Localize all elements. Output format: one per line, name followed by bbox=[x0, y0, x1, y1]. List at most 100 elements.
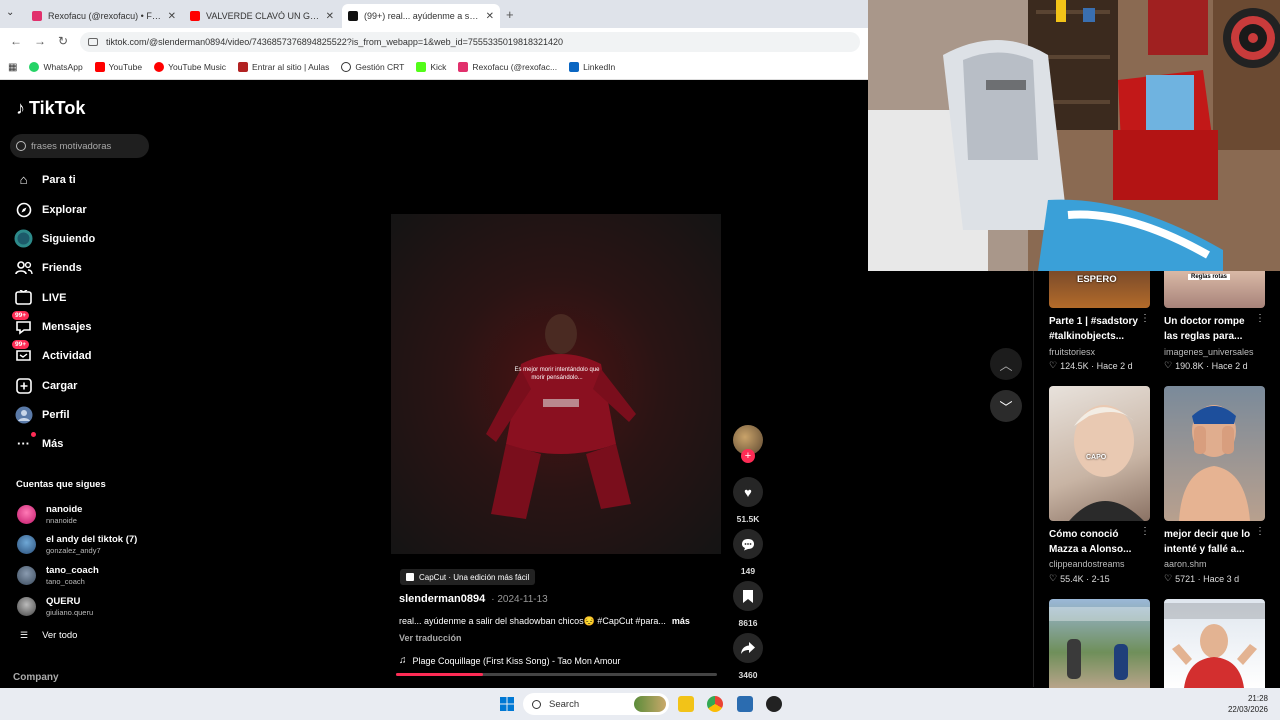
site-info-icon[interactable] bbox=[88, 38, 98, 46]
bookmark-aulas[interactable]: Entrar al sitio | Aulas bbox=[238, 62, 329, 72]
close-tab-icon[interactable]: ✕ bbox=[168, 11, 176, 22]
bookmark-instagram[interactable]: Rexofacu (@rexofac... bbox=[458, 62, 557, 72]
translate-link[interactable]: Ver traducción bbox=[399, 633, 462, 643]
heart-outline-icon: ♡ bbox=[1049, 573, 1058, 583]
bookmark-icon[interactable] bbox=[733, 581, 763, 611]
back-arrow-icon[interactable]: ← bbox=[10, 34, 22, 48]
tiktok-note-icon: ♪ bbox=[16, 98, 25, 118]
video-thumbnail[interactable] bbox=[1164, 386, 1265, 521]
video-thumbnail[interactable]: CAPO bbox=[1049, 386, 1150, 521]
bookmark-linkedin[interactable]: LinkedIn bbox=[569, 62, 615, 72]
video-card-title[interactable]: Cómo conoció Mazza a Alonso... bbox=[1049, 527, 1141, 557]
tiktok-icon bbox=[348, 11, 358, 21]
nav-para-ti[interactable]: ⌂ Para ti bbox=[14, 170, 76, 189]
video-thumbnail[interactable] bbox=[1049, 599, 1150, 688]
file-explorer-icon[interactable] bbox=[678, 696, 694, 712]
windows-taskbar: Search 21:28 22/03/2026 bbox=[0, 688, 1280, 720]
new-tab-plus-icon[interactable]: + bbox=[506, 7, 514, 22]
apps-grid-icon[interactable]: ▦ bbox=[8, 62, 17, 73]
bookmark-gestion-crt[interactable]: Gestión CRT bbox=[341, 62, 404, 72]
search-highlight-image bbox=[634, 696, 666, 712]
bookmark-youtube-music[interactable]: YouTube Music bbox=[154, 62, 226, 72]
author-username[interactable]: slenderman0894 bbox=[399, 593, 485, 605]
company-link[interactable]: Company bbox=[13, 672, 59, 683]
thumbnail-image bbox=[1179, 405, 1250, 521]
nav-live[interactable]: LIVE bbox=[14, 288, 66, 307]
music-link[interactable]: ♫ Plage Coquillage (First Kiss Song) - T… bbox=[399, 655, 620, 666]
heart-outline-icon: ♡ bbox=[1164, 360, 1173, 370]
avatar bbox=[17, 597, 36, 616]
nav-siguiendo[interactable]: Siguiendo bbox=[14, 229, 95, 248]
obs-icon[interactable] bbox=[766, 696, 782, 712]
chrome-icon[interactable] bbox=[707, 696, 723, 712]
tab-youtube[interactable]: VALVERDE CLAVÓ UN GOLAZO ✕ bbox=[184, 4, 340, 28]
comment-icon[interactable] bbox=[733, 529, 763, 559]
like-action[interactable]: ♥ 51.5K bbox=[733, 477, 763, 524]
heart-icon[interactable]: ♥ bbox=[733, 477, 763, 507]
video-card-user[interactable]: fruitstoriesx bbox=[1049, 347, 1095, 357]
search-input[interactable] bbox=[31, 140, 141, 152]
share-icon[interactable] bbox=[733, 633, 763, 663]
video-progress-bar[interactable] bbox=[396, 673, 717, 676]
following-account[interactable]: nanoide nnanoide bbox=[17, 504, 82, 525]
taskbar-search[interactable]: Search bbox=[523, 693, 669, 715]
video-card-user[interactable]: imagenes_universales bbox=[1164, 347, 1254, 357]
url-field[interactable]: tiktok.com/@slenderman0894/video/7436857… bbox=[80, 32, 860, 52]
bookmark-youtube[interactable]: YouTube bbox=[94, 62, 142, 72]
reload-icon[interactable]: ↻ bbox=[58, 34, 68, 48]
video-card-user[interactable]: aaron.shm bbox=[1164, 559, 1207, 569]
notepad-icon[interactable] bbox=[737, 696, 753, 712]
following-icon bbox=[14, 229, 33, 248]
webcam-overlay bbox=[868, 0, 1280, 271]
video-card-user[interactable]: clippeandostreams bbox=[1049, 559, 1125, 569]
next-video-chevron-down-icon[interactable]: ﹀ bbox=[990, 390, 1022, 422]
nav-mas[interactable]: ··· Más bbox=[14, 432, 63, 453]
search-bar[interactable] bbox=[10, 134, 149, 158]
instagram-icon bbox=[32, 11, 42, 21]
activity-badge: 99+ bbox=[12, 340, 30, 349]
follow-plus-icon[interactable]: + bbox=[741, 449, 755, 463]
search-icon bbox=[16, 141, 26, 151]
share-action[interactable]: 3460 bbox=[733, 633, 763, 680]
kebab-menu-icon[interactable]: ⋮ bbox=[1140, 526, 1150, 537]
video-card-title[interactable]: Parte 1 | #sadstory #talkinobjects... bbox=[1049, 314, 1141, 344]
nav-explorar[interactable]: Explorar bbox=[14, 200, 87, 219]
tab-instagram[interactable]: Rexofacu (@rexofacu) • Fotos y ✕ bbox=[26, 4, 182, 28]
messages-badge: 99+ bbox=[12, 311, 30, 320]
kebab-menu-icon[interactable]: ⋮ bbox=[1140, 313, 1150, 324]
bookmark-kick[interactable]: Kick bbox=[416, 62, 446, 72]
video-player[interactable]: Es mejor morir intentándolo que morir pe… bbox=[391, 214, 721, 554]
post-date: · 2024-11-13 bbox=[491, 594, 548, 605]
comment-action[interactable]: 149 bbox=[733, 529, 763, 576]
system-clock[interactable]: 21:28 22/03/2026 bbox=[1228, 693, 1268, 715]
following-account[interactable]: QUERU giuliano.queru bbox=[17, 596, 93, 617]
capcut-tag[interactable]: CapCut · Una edición más fácil bbox=[400, 569, 536, 585]
tab-tiktok[interactable]: (99+) real... ayúdenme a salir de ✕ bbox=[342, 4, 500, 28]
tab-search-chevron-icon[interactable]: ⌄ bbox=[6, 7, 14, 18]
following-account[interactable]: el andy del tiktok (7) gonzalez_andy7 bbox=[17, 534, 137, 555]
avatar bbox=[17, 535, 36, 554]
kebab-menu-icon[interactable]: ⋮ bbox=[1255, 526, 1265, 537]
video-card-title[interactable]: Un doctor rompe las reglas para... bbox=[1164, 314, 1256, 344]
nav-actividad[interactable]: 99+ Actividad bbox=[12, 340, 92, 365]
close-tab-icon[interactable]: ✕ bbox=[486, 11, 494, 22]
more-button[interactable]: más bbox=[672, 616, 690, 627]
bookmark-whatsapp[interactable]: WhatsApp bbox=[29, 62, 83, 72]
nav-mensajes[interactable]: 99+ Mensajes bbox=[12, 311, 92, 336]
tiktok-logo[interactable]: ♪ TikTok bbox=[16, 98, 85, 119]
windows-start-icon[interactable] bbox=[500, 697, 514, 711]
following-account[interactable]: tano_coach tano_coach bbox=[17, 565, 99, 586]
video-thumbnail[interactable]: Reglas rotas bbox=[1164, 271, 1265, 308]
forward-arrow-icon[interactable]: → bbox=[34, 34, 46, 48]
close-tab-icon[interactable]: ✕ bbox=[326, 11, 334, 22]
video-card-title[interactable]: mejor decir que lo intenté y fallé a... bbox=[1164, 527, 1256, 557]
video-thumbnail[interactable]: ESPERO bbox=[1049, 271, 1150, 308]
previous-video-chevron-up-icon[interactable]: ︿ bbox=[990, 348, 1022, 380]
nav-friends[interactable]: Friends bbox=[14, 258, 82, 277]
nav-perfil[interactable]: Perfil bbox=[14, 405, 70, 424]
kebab-menu-icon[interactable]: ⋮ bbox=[1255, 313, 1265, 324]
see-all-link[interactable]: ☰ Ver todo bbox=[20, 630, 77, 641]
video-thumbnail[interactable] bbox=[1164, 599, 1265, 688]
save-action[interactable]: 8616 bbox=[733, 581, 763, 628]
nav-cargar[interactable]: Cargar bbox=[14, 376, 77, 395]
